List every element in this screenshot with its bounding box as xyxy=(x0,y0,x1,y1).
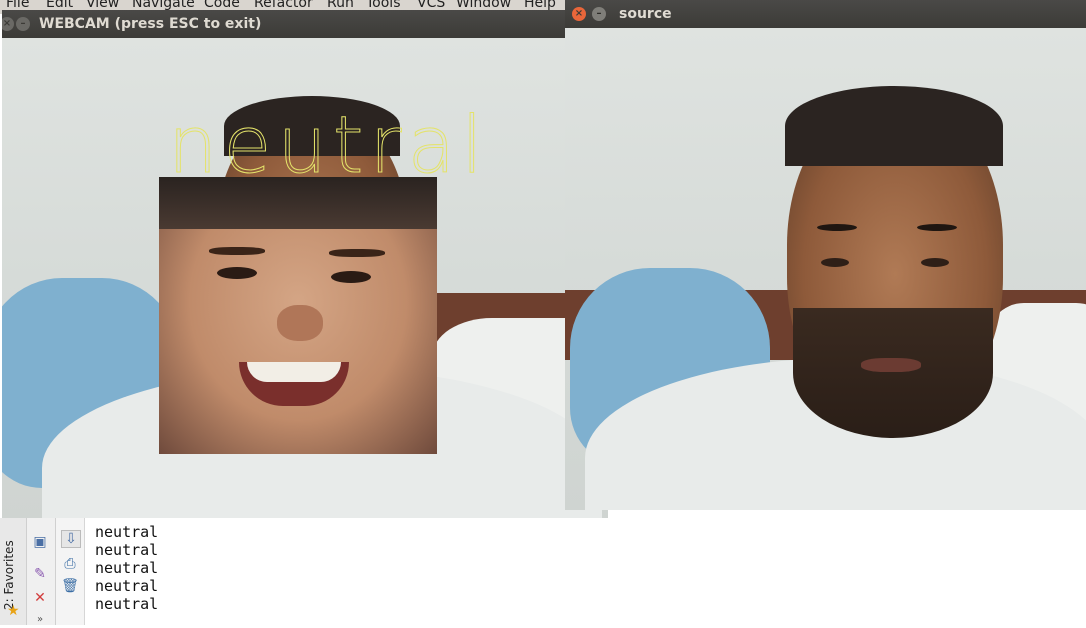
close-icon[interactable]: × xyxy=(572,7,586,21)
webcam-window: × – WEBCAM (press ESC to exit) neutral xyxy=(2,10,608,520)
star-icon: ★ xyxy=(7,603,20,619)
pin-icon[interactable]: ✎ xyxy=(31,566,49,582)
console-output: neutral neutral neutral neutral neutral xyxy=(85,518,1086,625)
menu-edit[interactable]: Edit xyxy=(46,0,73,10)
swapped-face-overlay xyxy=(159,177,437,454)
run-toolbar-left: ▣ ✎ ✕ » xyxy=(27,518,56,625)
webcam-window-title: WEBCAM (press ESC to exit) xyxy=(39,16,262,32)
layout-icon[interactable]: ▣ xyxy=(31,534,49,550)
console-line: neutral xyxy=(95,595,159,613)
menu-refactor[interactable]: Refactor xyxy=(254,0,313,10)
console-line: neutral xyxy=(95,559,159,577)
source-window: × – source xyxy=(565,0,1086,510)
console-line: neutral xyxy=(95,541,159,559)
source-image xyxy=(565,28,1086,510)
menu-help[interactable]: Help xyxy=(524,0,556,10)
menu-code[interactable]: Code xyxy=(204,0,240,10)
menu-view[interactable]: View xyxy=(86,0,119,10)
source-title-bar[interactable]: × – source xyxy=(565,0,1086,28)
scroll-to-end-icon[interactable]: ⇩ xyxy=(61,530,81,548)
console-line: neutral xyxy=(95,577,159,595)
webcam-title-bar[interactable]: × – WEBCAM (press ESC to exit) xyxy=(2,10,608,38)
menu-navigate[interactable]: Navigate xyxy=(132,0,195,10)
console-line: neutral xyxy=(95,523,159,541)
trash-icon[interactable]: 🗑 xyxy=(61,578,79,594)
webcam-feed: neutral xyxy=(2,38,608,520)
print-icon[interactable]: ⎙ xyxy=(61,556,79,572)
run-toolbar-right: ⇩ ⎙ 🗑 xyxy=(56,518,85,625)
menu-file[interactable]: File xyxy=(6,0,29,10)
menu-vcs[interactable]: VCS xyxy=(417,0,445,10)
favorites-tab[interactable]: 2: Favorites xyxy=(2,520,24,610)
close-icon[interactable]: ✕ xyxy=(31,590,49,606)
more-icon[interactable]: » xyxy=(31,612,49,628)
minimize-icon[interactable]: – xyxy=(16,17,30,31)
menu-tools[interactable]: Tools xyxy=(366,0,401,10)
menu-run[interactable]: Run xyxy=(327,0,354,10)
source-window-title: source xyxy=(619,6,672,22)
emotion-label: neutral xyxy=(168,101,489,191)
menu-window[interactable]: Window xyxy=(456,0,511,10)
minimize-icon[interactable]: – xyxy=(592,7,606,21)
close-icon[interactable]: × xyxy=(2,17,14,31)
